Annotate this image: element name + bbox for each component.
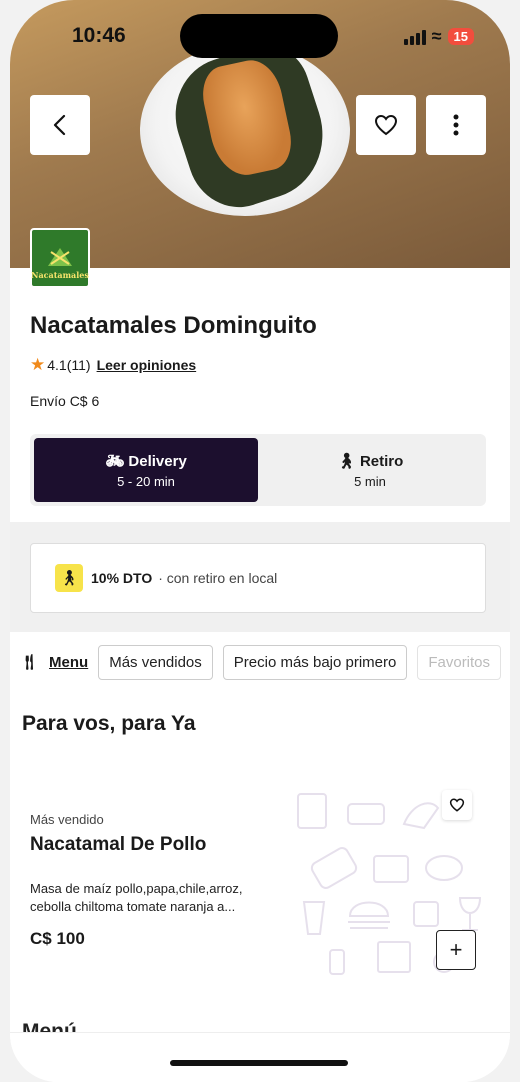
back-button[interactable] <box>30 95 90 155</box>
product-price: C$ 100 <box>30 929 85 948</box>
delivery-mode-toggle: 🚲︎ Delivery 5 - 20 min 🚶︎ Retiro 5 min <box>30 434 486 506</box>
rating-value: 4.1 <box>47 357 67 373</box>
wifi-icon: ≈ <box>431 26 442 46</box>
store-logo-text: Nacatamales <box>31 270 89 280</box>
status-time: 10:46 <box>72 24 126 47</box>
phone-screen: 10:46 ≈ 15 Nacatamales Nacatamales Domin… <box>10 0 510 1082</box>
product-card[interactable]: Más vendido Nacatamal De Pollo Masa de m… <box>10 770 510 1010</box>
more-options-button[interactable] <box>426 95 486 155</box>
more-vertical-icon <box>453 114 459 136</box>
menu-link[interactable]: 🍴︎ Menu <box>20 653 89 672</box>
store-name: Nacatamales Dominguito <box>30 312 317 339</box>
store-logo: Nacatamales <box>30 228 90 288</box>
chip-lowest-price[interactable]: Precio más bajo primero <box>222 644 408 680</box>
walk-icon: 🚶︎ <box>55 564 83 592</box>
dynamic-island <box>180 14 338 58</box>
promo-discount: 10% DTO <box>91 570 153 586</box>
plus-icon: + <box>449 937 463 962</box>
battery-icon: 15 <box>447 28 474 45</box>
tamal-logo-icon <box>48 248 72 266</box>
product-badge: Más vendido <box>30 812 104 827</box>
add-to-cart-button[interactable]: + <box>436 930 476 970</box>
mode-delivery-label: Delivery <box>128 452 187 470</box>
section-title: Para vos, para Ya <box>22 712 196 735</box>
walk-icon: 🚶︎ <box>336 452 356 470</box>
heart-icon <box>374 114 398 136</box>
menu-link-label: Menu <box>49 653 89 671</box>
rating-count: (11) <box>66 357 91 373</box>
promo-detail: · con retiro en local <box>158 570 278 586</box>
bike-icon: 🚲︎ <box>105 452 125 470</box>
promo-card[interactable]: 🚶︎ 10% DTO · con retiro en local <box>30 543 486 613</box>
signal-icon <box>403 29 426 45</box>
chevron-left-icon <box>53 114 66 136</box>
heart-icon <box>449 798 465 812</box>
chip-favorites[interactable]: Favoritos <box>417 644 502 680</box>
favorite-button[interactable] <box>356 95 416 155</box>
bottom-bar <box>10 1032 510 1082</box>
mode-pickup-time: 5 min <box>354 473 386 489</box>
star-icon: ★ <box>30 355 46 374</box>
filter-bar: 🍴︎ Menu Más vendidos Precio más bajo pri… <box>20 642 510 682</box>
rating-row: ★ 4.1 (11) Leer opiniones <box>30 355 196 375</box>
status-icons: ≈ 15 <box>403 26 474 47</box>
mode-pickup-label: Retiro <box>359 452 404 470</box>
product-favorite-button[interactable] <box>442 790 472 820</box>
mode-delivery[interactable]: 🚲︎ Delivery 5 - 20 min <box>34 438 258 502</box>
fork-knife-icon: 🍴︎ <box>20 654 40 671</box>
reviews-link[interactable]: Leer opiniones <box>97 357 197 373</box>
mode-delivery-time: 5 - 20 min <box>117 473 175 489</box>
product-description: Masa de maíz pollo,papa,chile,arroz, ceb… <box>30 881 243 914</box>
product-name: Nacatamal De Pollo <box>30 834 207 855</box>
shipping-cost: Envío C$ 6 <box>30 393 100 409</box>
food-placeholder-illustration <box>297 793 482 975</box>
home-indicator <box>170 1060 348 1066</box>
chip-best-sellers[interactable]: Más vendidos <box>98 644 213 680</box>
mode-pickup[interactable]: 🚶︎ Retiro 5 min <box>258 438 482 502</box>
